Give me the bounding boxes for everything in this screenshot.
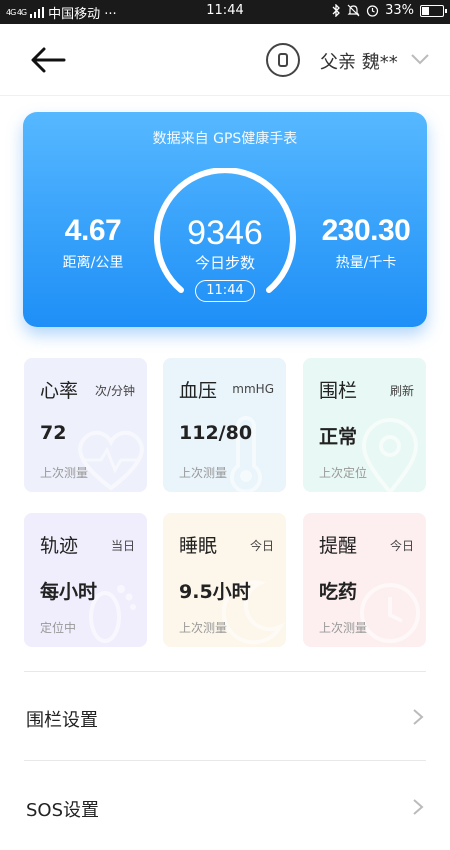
app-header: 父亲 魏** — [0, 24, 450, 96]
battery-percent: 33% — [385, 3, 414, 18]
tile-title: 轨迹 — [40, 535, 79, 557]
list-item-label: 围栏设置 — [26, 710, 98, 731]
calories-stat: 230.30 热量/千卡 — [307, 214, 425, 272]
tile-title: 提醒 — [319, 535, 358, 557]
divider — [24, 760, 426, 761]
tile-value: 每小时 — [40, 581, 98, 603]
tile-value: 9.5小时 — [179, 581, 251, 603]
tile-subtitle: 定位中 — [40, 621, 77, 635]
distance-label: 距离/公里 — [62, 255, 124, 271]
watch-icon[interactable] — [266, 43, 300, 77]
distance-value: 4.67 — [64, 214, 122, 247]
tile-value: 72 — [40, 422, 67, 444]
calories-label: 热量/千卡 — [335, 255, 397, 271]
steps-value: 9346 — [187, 214, 263, 252]
fence-tile[interactable]: 围栏 刷新 正常 上次定位 — [303, 358, 426, 492]
divider — [24, 671, 426, 672]
tile-title: 睡眠 — [179, 535, 218, 557]
alarm-icon — [366, 5, 379, 17]
chevron-down-icon[interactable] — [410, 52, 430, 66]
tile-value: 112/80 — [179, 422, 253, 444]
data-source-label: 数据来自 GPS健康手表 — [152, 131, 298, 147]
tile-unit: mmHG — [232, 382, 274, 396]
chevron-right-icon — [413, 709, 424, 725]
refresh-button[interactable]: 刷新 — [390, 382, 414, 399]
bluetooth-icon — [332, 4, 341, 17]
chevron-right-icon — [413, 799, 424, 815]
tile-unit: 今日 — [249, 539, 274, 553]
activity-summary-card[interactable]: 数据来自 GPS健康手表 4.67 距离/公里 9346 今日步数 11:44 … — [23, 112, 427, 327]
blood-pressure-tile[interactable]: 血压 mmHG 112/80 上次测量 — [163, 358, 286, 492]
battery-level — [422, 6, 429, 15]
tile-subtitle: 上次测量 — [179, 466, 228, 480]
user-selector[interactable]: 父亲 魏** — [320, 48, 398, 74]
tile-title: 血压 — [179, 380, 218, 402]
sos-settings-item[interactable]: SOS设置 — [0, 764, 450, 850]
sleep-tile[interactable]: 睡眠 今日 9.5小时 上次测量 — [163, 513, 286, 647]
silent-icon — [347, 4, 360, 17]
reminder-tile[interactable]: 提醒 今日 吃药 上次测量 — [303, 513, 426, 647]
tile-value: 正常 — [319, 426, 358, 448]
steps-stat: 9346 今日步数 — [153, 216, 297, 273]
tile-subtitle: 上次定位 — [319, 466, 368, 480]
tile-subtitle: 上次测量 — [319, 621, 368, 635]
tile-title: 心率 — [40, 380, 79, 402]
tile-subtitle: 上次测量 — [40, 466, 89, 480]
calories-value: 230.30 — [321, 214, 411, 247]
track-tile[interactable]: 轨迹 当日 每小时 定位中 — [24, 513, 147, 647]
battery-icon — [420, 4, 447, 17]
steps-label: 今日步数 — [194, 254, 255, 272]
tile-unit: 次/分钟 — [94, 384, 135, 398]
fence-settings-item[interactable]: 围栏设置 — [0, 674, 450, 760]
heart-rate-tile[interactable]: 心率 次/分钟 72 上次测量 — [24, 358, 147, 492]
status-bar: 4G 4G 中国移动 ··· 11:44 33% — [0, 0, 450, 24]
tile-title: 围栏 — [319, 380, 358, 402]
tile-value: 吃药 — [319, 581, 358, 603]
update-time-badge: 11:44 — [195, 280, 255, 302]
status-right: 33% — [332, 3, 447, 18]
distance-stat: 4.67 距离/公里 — [37, 214, 149, 272]
tile-unit: 今日 — [389, 539, 414, 553]
tile-subtitle: 上次测量 — [179, 621, 228, 635]
back-arrow-icon[interactable] — [28, 42, 68, 78]
tile-unit: 当日 — [110, 539, 135, 553]
